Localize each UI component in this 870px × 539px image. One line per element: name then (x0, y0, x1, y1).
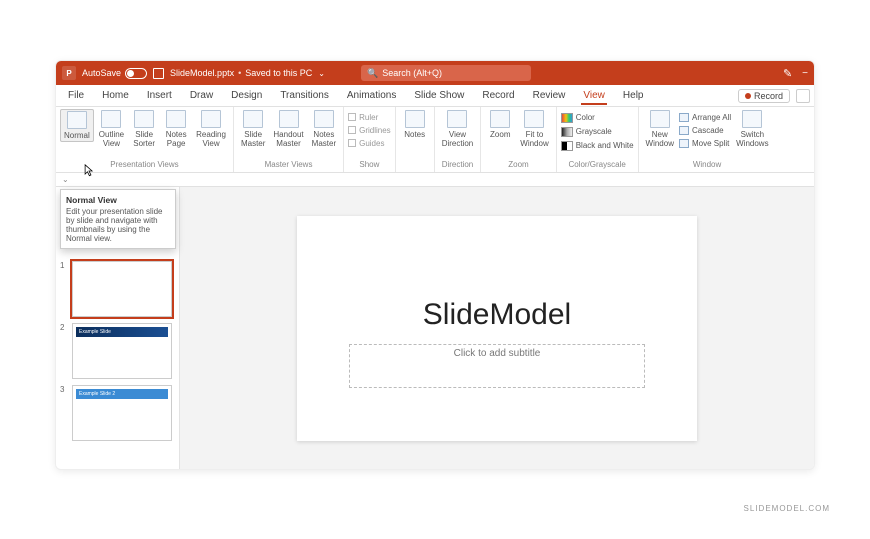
minimize-button[interactable]: − (802, 68, 808, 79)
ruler-checkbox[interactable]: Ruler (348, 111, 391, 123)
slide[interactable]: SlideModel Click to add subtitle (297, 216, 697, 441)
tab-home[interactable]: Home (94, 87, 137, 104)
thumb-number-2: 2 (60, 323, 68, 379)
ribbon-tabs: File Home Insert Draw Design Transitions… (56, 85, 814, 107)
slide-master-button[interactable]: Slide Master (238, 109, 268, 149)
group-window: New Window Arrange All Cascade Move Spli… (639, 107, 776, 172)
title-bar: P AutoSave SlideModel.pptx • Saved to th… (56, 61, 814, 85)
group-master-views: Slide Master Handout Master Notes Master… (234, 107, 344, 172)
powerpoint-window: P AutoSave SlideModel.pptx • Saved to th… (55, 60, 815, 470)
qat-dropdown-icon[interactable]: ⌄ (62, 175, 69, 184)
tab-design[interactable]: Design (223, 87, 270, 104)
slide-title-text[interactable]: SlideModel (297, 298, 697, 332)
tab-review[interactable]: Review (525, 87, 574, 104)
share-button[interactable] (796, 89, 810, 103)
tab-slideshow[interactable]: Slide Show (406, 87, 472, 104)
slide-thumbnail-3[interactable]: Example Slide 2 (72, 385, 172, 441)
cascade-button[interactable]: Cascade (679, 124, 731, 136)
record-button[interactable]: Record (738, 89, 790, 103)
tooltip-body: Edit your presentation slide by slide an… (66, 207, 170, 243)
gridlines-checkbox[interactable]: Gridlines (348, 124, 391, 136)
arrange-all-button[interactable]: Arrange All (679, 111, 731, 123)
notes-master-button[interactable]: Notes Master (309, 109, 339, 149)
thumbnail-pane[interactable]: Normal View Edit your presentation slide… (56, 187, 180, 469)
tab-view[interactable]: View (575, 87, 613, 104)
tab-help[interactable]: Help (615, 87, 652, 104)
new-window-button[interactable]: New Window (643, 109, 677, 149)
tab-transitions[interactable]: Transitions (272, 87, 337, 104)
zoom-button[interactable]: Zoom (485, 109, 515, 140)
move-split-button[interactable]: Move Split (679, 137, 731, 149)
group-color-grayscale: Color Grayscale Black and White Color/Gr… (557, 107, 639, 172)
group-zoom: Zoom Fit to Window Zoom (481, 107, 556, 172)
switch-windows-button[interactable]: Switch Windows (733, 109, 771, 149)
thumb-number-3: 3 (60, 385, 68, 441)
outline-view-button[interactable]: Outline View (96, 109, 127, 149)
tab-animations[interactable]: Animations (339, 87, 404, 104)
record-dot-icon (745, 93, 751, 99)
autosave-label: AutoSave (82, 68, 121, 78)
tab-file[interactable]: File (60, 87, 92, 104)
slide-thumbnail-1[interactable] (72, 261, 172, 317)
ribbon: Normal Outline View Slide Sorter Notes P… (56, 107, 814, 173)
reading-view-button[interactable]: Reading View (193, 109, 229, 149)
handout-master-button[interactable]: Handout Master (270, 109, 306, 149)
normal-view-tooltip: Normal View Edit your presentation slide… (60, 189, 176, 249)
quick-access-row: ⌄ (56, 173, 814, 187)
tab-draw[interactable]: Draw (182, 87, 221, 104)
slide-thumbnail-2[interactable]: Example Slide (72, 323, 172, 379)
autosave-toggle[interactable]: AutoSave (82, 68, 147, 79)
workspace: Normal View Edit your presentation slide… (56, 187, 814, 469)
powerpoint-icon: P (62, 66, 76, 80)
save-icon[interactable] (153, 68, 164, 79)
watermark: SLIDEMODEL.COM (744, 504, 830, 513)
group-presentation-views: Normal Outline View Slide Sorter Notes P… (56, 107, 234, 172)
group-show: Ruler Gridlines Guides Show (344, 107, 396, 172)
group-notes: Notes (396, 107, 435, 172)
thumb-number-1: 1 (60, 261, 68, 317)
filename-label[interactable]: SlideModel.pptx • Saved to this PC (170, 68, 325, 78)
search-icon: 🔍 (367, 68, 378, 79)
tab-record[interactable]: Record (474, 87, 522, 104)
view-direction-button[interactable]: View Direction (439, 109, 477, 149)
group-direction: View Direction Direction (435, 107, 482, 172)
notes-page-button[interactable]: Notes Page (161, 109, 191, 149)
cursor-icon (84, 164, 94, 178)
guides-checkbox[interactable]: Guides (348, 137, 391, 149)
toggle-switch[interactable] (125, 68, 147, 79)
slide-sorter-button[interactable]: Slide Sorter (129, 109, 159, 149)
color-button[interactable]: Color (561, 111, 634, 124)
notes-button[interactable]: Notes (400, 109, 430, 140)
search-input[interactable]: 🔍 Search (Alt+Q) (361, 65, 531, 81)
fit-to-window-button[interactable]: Fit to Window (517, 109, 551, 149)
tab-insert[interactable]: Insert (139, 87, 180, 104)
ribbon-display-icon[interactable]: ✎ (783, 67, 792, 80)
black-white-button[interactable]: Black and White (561, 139, 634, 152)
normal-view-button[interactable]: Normal (60, 109, 94, 142)
grayscale-button[interactable]: Grayscale (561, 125, 634, 138)
subtitle-placeholder[interactable]: Click to add subtitle (349, 344, 645, 388)
tooltip-title: Normal View (66, 195, 170, 205)
slide-canvas[interactable]: SlideModel Click to add subtitle (180, 187, 814, 469)
